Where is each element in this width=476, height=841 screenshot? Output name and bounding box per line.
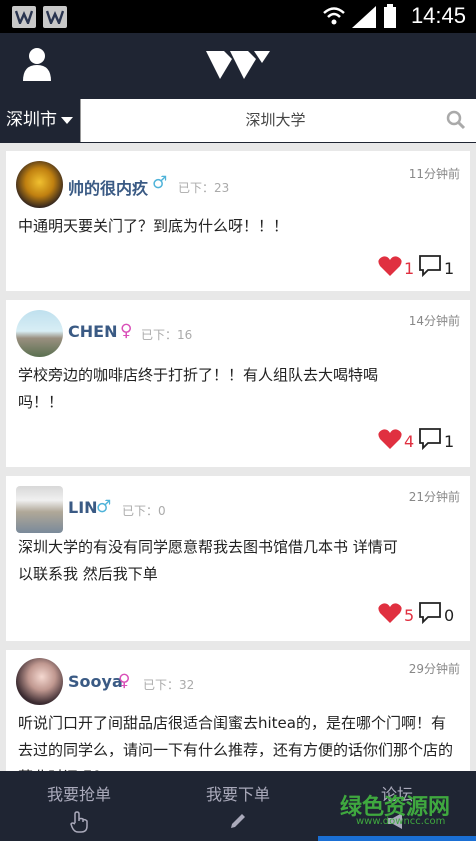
post-stats: 1 1	[378, 253, 460, 281]
like-count: 4	[404, 432, 415, 451]
status-bar: 14:45	[0, 0, 476, 33]
gender-icon: ♀	[118, 671, 131, 691]
tab-place-order[interactable]: 我要下单	[159, 771, 317, 841]
comment-count: 1	[444, 432, 455, 451]
comment-icon[interactable]	[418, 427, 442, 451]
post-content[interactable]: 深圳大学的有没有同学愿意帮我去图书馆借几本书 详情可以联系我 然后我下单	[18, 534, 404, 588]
post-stats: 5 0	[378, 600, 460, 628]
like-count: 1	[404, 259, 415, 278]
post-time: 14分钟前	[408, 314, 460, 328]
tab-label: 我要抢单	[46, 785, 111, 804]
comment-icon[interactable]	[418, 254, 442, 278]
post-author[interactable]: 帅的很内疚	[68, 175, 148, 199]
heart-icon[interactable]	[378, 602, 402, 624]
like-count: 5	[404, 606, 415, 625]
post-time: 11分钟前	[408, 167, 460, 181]
post-author[interactable]: LIN	[68, 498, 98, 517]
post-author[interactable]: CHEN	[68, 322, 117, 341]
city-label: 深圳市	[6, 110, 57, 130]
under-count: 已下：32	[143, 678, 195, 692]
gender-icon: ♀	[120, 321, 133, 341]
post-stats: 4 1	[378, 426, 460, 454]
gender-icon: ♂	[96, 497, 112, 517]
comment-count: 0	[444, 606, 455, 625]
watermark-url: www.downcc.com	[356, 816, 446, 827]
avatar[interactable]	[16, 486, 63, 533]
under-count: 已下：16	[141, 328, 193, 342]
notification-app-icon	[12, 6, 36, 28]
w-logo-icon	[206, 51, 270, 79]
under-count: 已下：0	[122, 504, 166, 518]
caret-down-icon	[61, 116, 73, 124]
post-author[interactable]: Sooya	[68, 672, 123, 691]
post-content[interactable]: 中通明天要关门了？到底为什么呀！！！	[18, 213, 456, 240]
post-content[interactable]: 听说门口开了间甜品店很适合闺蜜去hitea的，是在哪个门啊！有去过的同学么，请问…	[18, 710, 456, 771]
clock: 14:45	[410, 3, 466, 28]
search-input[interactable]: 深圳大学	[80, 99, 476, 142]
post-card[interactable]: CHEN ♀ 已下：16 14分钟前 学校旁边的咖啡店终于打折了！！有人组队去大…	[6, 300, 470, 467]
post-time: 29分钟前	[408, 662, 460, 676]
search-bar: 深圳市 深圳大学	[0, 97, 476, 143]
avatar[interactable]	[16, 310, 63, 357]
post-card[interactable]: 帅的很内疚 ♂ 已下：23 11分钟前 中通明天要关门了？到底为什么呀！！！ 1…	[6, 151, 470, 291]
top-bar	[0, 33, 476, 97]
avatar[interactable]	[16, 658, 63, 705]
comment-count: 1	[444, 259, 455, 278]
tab-label: 我要下单	[205, 785, 270, 804]
hand-pointer-icon	[0, 811, 158, 837]
under-count: 已下：23	[178, 181, 230, 195]
tab-grab-order[interactable]: 我要抢单	[0, 771, 158, 841]
heart-icon[interactable]	[378, 428, 402, 450]
gender-icon: ♂	[152, 173, 168, 193]
post-card[interactable]: Sooya ♀ 已下：32 29分钟前 听说门口开了间甜品店很适合闺蜜去hite…	[6, 650, 470, 771]
post-feed[interactable]: 帅的很内疚 ♂ 已下：23 11分钟前 中通明天要关门了？到底为什么呀！！！ 1…	[0, 143, 476, 771]
comment-icon[interactable]	[418, 601, 442, 625]
search-text: 深圳大学	[245, 111, 306, 129]
heart-icon[interactable]	[378, 255, 402, 277]
search-icon[interactable]	[446, 110, 466, 130]
user-icon[interactable]	[22, 47, 52, 81]
post-content[interactable]: 学校旁边的咖啡店终于打折了！！有人组队去大喝特喝吗！！	[18, 362, 404, 416]
post-card[interactable]: LIN ♂ 已下：0 21分钟前 深圳大学的有没有同学愿意帮我去图书馆借几本书 …	[6, 476, 470, 641]
city-dropdown[interactable]: 深圳市	[0, 100, 80, 140]
pencil-icon	[159, 811, 317, 835]
post-time: 21分钟前	[408, 490, 460, 504]
signal-icons	[323, 4, 396, 28]
notification-app-icon	[43, 6, 67, 28]
avatar[interactable]	[16, 161, 63, 208]
